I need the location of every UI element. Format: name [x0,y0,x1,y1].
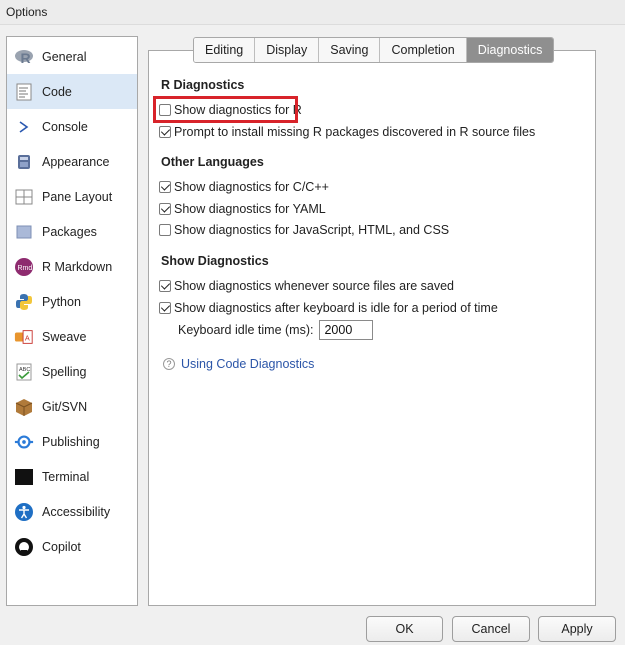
tab-diagnostics[interactable]: Diagnostics [466,38,554,62]
python-icon [14,292,34,312]
show-diagnostics-yaml-checkbox[interactable]: Show diagnostics for YAML [159,200,326,218]
checkbox-box[interactable] [159,181,171,193]
tab-display[interactable]: Display [255,38,320,62]
sidebar-item-accessibility[interactable]: Accessibility [7,494,137,529]
section-title-show-diagnostics: Show Diagnostics [161,254,269,268]
sidebar-item-r-markdown[interactable]: Rmd R Markdown [7,249,137,284]
sidebar-item-python[interactable]: Python [7,284,137,319]
sidebar-item-pane-layout[interactable]: Pane Layout [7,179,137,214]
sidebar-item-label: General [42,49,87,64]
sidebar-item-general[interactable]: R General [7,39,137,74]
checkbox-label: Show diagnostics after keyboard is idle … [174,301,498,315]
appearance-icon [14,152,34,172]
sidebar-item-sweave[interactable]: A Sweave [7,319,137,354]
checkbox-box[interactable] [159,126,171,138]
console-icon [14,117,34,137]
code-icon [14,82,34,102]
diagnostics-on-idle-checkbox[interactable]: Show diagnostics after keyboard is idle … [159,299,498,317]
sidebar-item-git-svn[interactable]: Git/SVN [7,389,137,424]
sidebar-item-label: Pane Layout [42,189,113,204]
checkbox-label: Show diagnostics for YAML [174,202,326,216]
section-title-r-diagnostics: R Diagnostics [161,78,245,92]
section-title-other-languages: Other Languages [161,155,264,169]
idle-time-label: Keyboard idle time (ms): [178,323,314,337]
show-diagnostics-web-checkbox[interactable]: Show diagnostics for JavaScript, HTML, a… [159,221,449,239]
sidebar-item-label: Sweave [42,329,87,344]
tab-saving[interactable]: Saving [319,38,381,62]
sidebar-item-label: Copilot [42,539,81,554]
window-title: Options [6,5,48,19]
copilot-icon [14,537,34,557]
svg-text:A: A [25,333,30,342]
sidebar-item-label: Publishing [42,434,100,449]
show-diagnostics-cpp-checkbox[interactable]: Show diagnostics for C/C++ [159,178,329,196]
prompt-install-packages-checkbox[interactable]: Prompt to install missing R packages dis… [159,123,535,141]
checkbox-box[interactable] [159,280,171,292]
sidebar-item-label: R Markdown [42,259,113,274]
sidebar-item-label: Python [42,294,81,309]
checkbox-box[interactable] [159,302,171,314]
tab-bar: Editing Display Saving Completion Diagno… [193,37,555,63]
accessibility-icon [14,502,34,522]
sidebar-item-packages[interactable]: Packages [7,214,137,249]
packages-icon [14,222,34,242]
sidebar-item-label: Packages [42,224,97,239]
tab-completion[interactable]: Completion [380,38,467,62]
sidebar-item-label: Terminal [42,469,90,484]
tab-editing[interactable]: Editing [194,38,256,62]
publishing-icon [14,432,34,452]
svg-text:R: R [21,50,31,66]
idle-time-input[interactable] [319,320,374,340]
checkbox-label: Show diagnostics for C/C++ [174,180,329,194]
terminal-icon [14,467,34,487]
checkbox-label: Show diagnostics for JavaScript, HTML, a… [174,223,450,237]
title-bar: Options [0,0,625,25]
sidebar-item-terminal[interactable]: Terminal [7,459,137,494]
help-icon: ? [163,358,175,370]
cancel-button[interactable]: Cancel [452,616,530,642]
sidebar-item-label: Spelling [42,364,87,379]
diagnostics-on-save-checkbox[interactable]: Show diagnostics whenever source files a… [159,277,454,295]
sidebar-item-copilot[interactable]: Copilot [7,529,137,564]
checkbox-label: Show diagnostics whenever source files a… [174,279,455,293]
sidebar-item-console[interactable]: Console [7,109,137,144]
sidebar-item-label: Accessibility [42,504,111,519]
svg-text:Rmd: Rmd [18,265,33,272]
checkbox-label: Prompt to install missing R packages dis… [174,125,536,139]
sidebar-item-label: Code [42,84,72,99]
help-link-row[interactable]: ? Using Code Diagnostics [163,357,314,371]
using-code-diagnostics-link[interactable]: Using Code Diagnostics [181,357,314,371]
options-sidebar: R General Code Console Appearance Pane L… [6,36,138,606]
rmarkdown-icon: Rmd [14,257,34,277]
sidebar-item-publishing[interactable]: Publishing [7,424,137,459]
checkbox-box[interactable] [159,224,171,236]
sidebar-item-code[interactable]: Code [7,74,137,109]
git-icon [14,397,34,417]
sidebar-item-spelling[interactable]: ABC Spelling [7,354,137,389]
idle-time-row: Keyboard idle time (ms): [178,319,374,341]
spelling-icon: ABC [14,362,34,382]
highlight-box [153,96,298,123]
checkbox-box[interactable] [159,203,171,215]
sidebar-item-label: Git/SVN [42,399,88,414]
sidebar-item-appearance[interactable]: Appearance [7,144,137,179]
apply-button[interactable]: Apply [538,616,616,642]
sweave-icon: A [14,327,34,347]
sidebar-item-label: Appearance [42,154,110,169]
r-logo-icon: R [14,47,34,67]
sidebar-item-label: Console [42,119,88,134]
ok-button[interactable]: OK [366,616,443,642]
pane-layout-icon [14,187,34,207]
